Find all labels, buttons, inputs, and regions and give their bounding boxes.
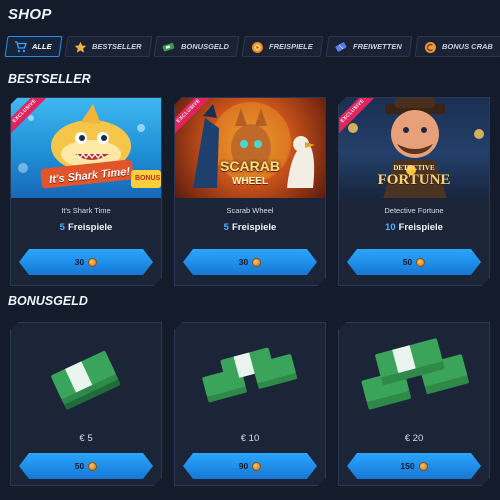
spins-label: Freispiele [398, 222, 443, 233]
cart-icon [13, 40, 27, 54]
coin-icon [88, 258, 97, 267]
bonus-money-card[interactable]: € 5 50 [10, 322, 162, 486]
game-thumbnail: DETECTIVE FORTUNE EXCLUSIVE [339, 98, 489, 198]
coin-icon [423, 40, 437, 54]
tab-label: BESTSELLER [91, 42, 142, 51]
game-card[interactable]: DETECTIVE FORTUNE EXCLUSIVE Detective Fo… [338, 97, 490, 286]
coin-icon [88, 462, 97, 471]
free-spins: 5 Freispiele [175, 222, 325, 233]
game-logo: SCARAB [220, 158, 280, 174]
game-logo-sub: WHEEL [231, 176, 269, 187]
filter-tabs: ALLE BESTSELLER BONUSGELD FREISPIELE FRE… [4, 36, 500, 57]
cash-stack-icon [175, 323, 327, 423]
game-card[interactable]: SCARAB WHEEL EXCLUSIVE Scarab Wheel 5 Fre… [174, 97, 326, 286]
spin-icon [250, 40, 264, 54]
spins-label: Freispiele [67, 222, 113, 233]
tab-label: FREISPIELE [269, 42, 313, 51]
price: 150 [400, 461, 415, 471]
coin-icon [416, 258, 425, 267]
cash-icon [162, 40, 176, 54]
buy-button[interactable]: 50 [347, 249, 481, 275]
free-spins: 5 Freispiele [11, 222, 161, 233]
tab-bonus-crab[interactable]: BONUS CRAB [414, 36, 500, 57]
section-title-bonusgeld: BONUSGELD [8, 294, 88, 308]
cash-stack-icon [11, 323, 163, 423]
buy-button[interactable]: 150 [347, 453, 481, 479]
tab-bestseller[interactable]: BESTSELLER [64, 36, 152, 57]
game-thumbnail: SCARAB WHEEL EXCLUSIVE [175, 98, 325, 198]
buy-button[interactable]: 50 [19, 453, 153, 479]
price: 50 [402, 257, 413, 267]
tab-alle[interactable]: ALLE [4, 36, 63, 57]
price: 30 [74, 257, 85, 267]
game-card[interactable]: It's Shark Time! BONUS EXCLUSIVE It's Sh… [10, 97, 162, 286]
spins-count: 10 [385, 222, 396, 233]
price: 50 [74, 461, 85, 471]
bonus-money-card[interactable]: € 10 90 [174, 322, 326, 486]
game-logo-sub: BONUS [135, 175, 161, 182]
section-title-bestseller: BESTSELLER [8, 72, 91, 86]
game-name: Detective Fortune [384, 206, 444, 215]
game-name: Scarab Wheel [226, 206, 274, 215]
shark-illustration [11, 98, 161, 198]
bonus-amount: € 10 [240, 433, 260, 444]
page-title: SHOP [8, 6, 52, 23]
cash-stack-icon [339, 323, 491, 423]
free-spins: 10 Freispiele [339, 222, 489, 233]
ticket-icon [334, 40, 348, 54]
game-logo: DETECTIVE [393, 164, 435, 172]
game-name: It's Shark Time [61, 206, 111, 215]
tab-freispiele[interactable]: FREISPIELE [241, 36, 324, 57]
bonus-amount: € 20 [404, 433, 424, 444]
game-logo-sub: FORTUNE [377, 172, 451, 188]
game-thumbnail: It's Shark Time! BONUS EXCLUSIVE [11, 98, 161, 198]
price: 30 [238, 257, 249, 267]
tab-bonusgeld[interactable]: BONUSGELD [153, 36, 240, 57]
tab-label: ALLE [32, 42, 52, 51]
spins-count: 5 [59, 222, 65, 233]
bonus-money-card[interactable]: € 20 150 [338, 322, 490, 486]
bonus-amount: € 5 [79, 433, 93, 444]
coin-icon [252, 462, 261, 471]
coin-icon [419, 462, 428, 471]
star-icon [73, 40, 87, 54]
price: 90 [238, 461, 249, 471]
tab-label: BONUSGELD [181, 42, 230, 51]
spins-label: Freispiele [231, 222, 277, 233]
tab-freiwetten[interactable]: FREIWETTEN [325, 36, 413, 57]
shop-page: SHOP ALLE BESTSELLER BONUSGELD FREISPIEL… [0, 0, 500, 500]
buy-button[interactable]: 90 [183, 453, 317, 479]
buy-button[interactable]: 30 [19, 249, 153, 275]
coin-icon [252, 258, 261, 267]
tab-label: FREIWETTEN [352, 42, 402, 51]
spins-count: 5 [223, 222, 229, 233]
buy-button[interactable]: 30 [183, 249, 317, 275]
tab-label: BONUS CRAB [441, 42, 493, 51]
